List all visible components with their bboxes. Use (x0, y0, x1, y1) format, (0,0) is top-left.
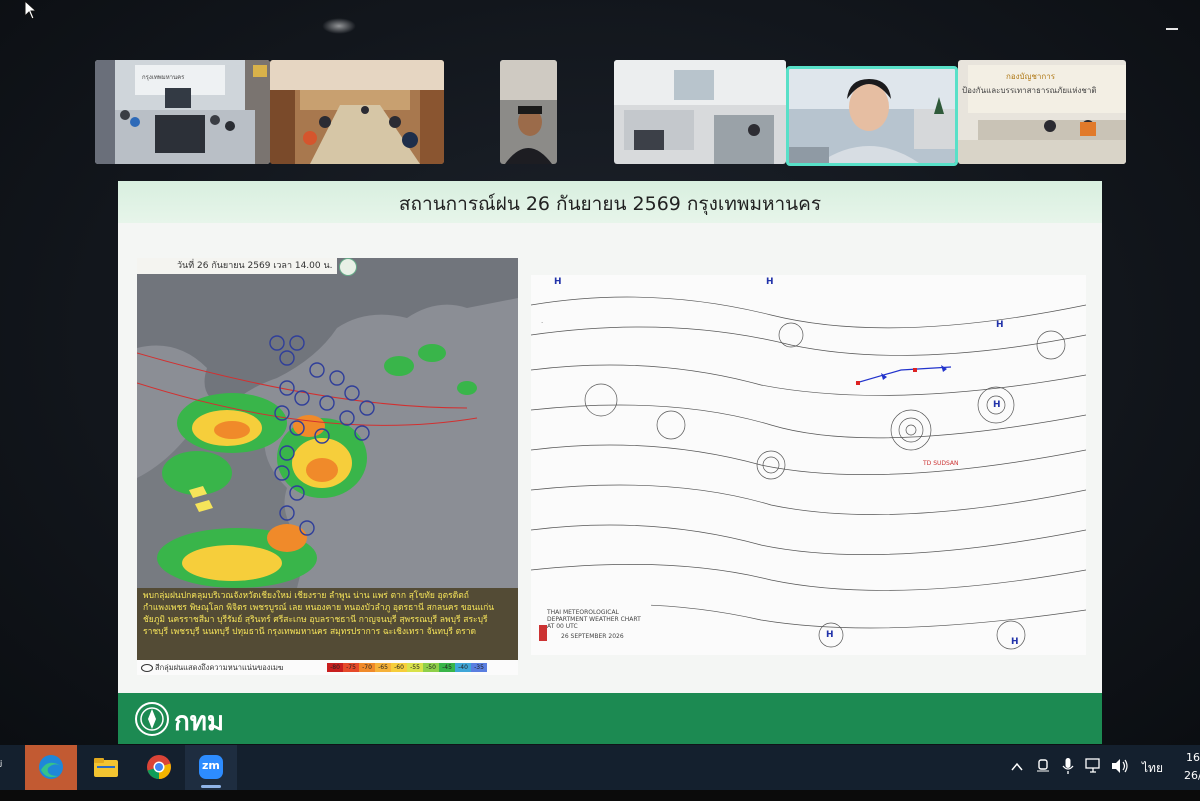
high-pressure-label: H (1011, 637, 1019, 647)
rain-area-note: พบกลุ่มฝนปกคลุมบริเวณจังหวัดเชียงใหม่ เช… (137, 588, 518, 660)
tmd-seal-icon (339, 258, 357, 276)
shared-screen: กองบัญชาการ ป้องกันและบรรเทาสาธารณภัยแห่… (0, 0, 1200, 745)
clock-date: 26/9 (1184, 769, 1200, 782)
taskbar-file-explorer[interactable] (80, 745, 132, 790)
taskbar-edge[interactable] (25, 745, 77, 790)
chart-date: 26 SEPTEMBER 2026 (561, 633, 624, 640)
folder-icon (94, 758, 118, 777)
network-icon[interactable] (1085, 758, 1103, 774)
edge-icon (39, 755, 63, 779)
high-pressure-label: H (993, 400, 1001, 410)
legend-swatch: -65 (375, 663, 391, 672)
participant-tile-command-center[interactable]: กองบัญชาการ ป้องกันและบรรเทาสาธารณภัยแห่… (958, 60, 1126, 164)
satellite-image (137, 258, 518, 588)
legend-swatch: -50 (423, 663, 439, 672)
slide-footer: กทม (118, 693, 1102, 744)
high-pressure-label: H (996, 320, 1004, 330)
clock-time: 16 (1186, 751, 1200, 764)
legend-swatch: -40 (455, 663, 471, 672)
volume-icon[interactable] (1111, 758, 1129, 774)
high-pressure-label: H (554, 277, 562, 287)
cloud-icon (141, 664, 153, 672)
camera-glare (322, 18, 356, 34)
satellite-rain-map: วันที่ 26 กันยายน 2569 เวลา 14.00 น. พบก… (137, 258, 518, 675)
map-date-label: วันที่ 26 กันยายน 2569 เวลา 14.00 น. (137, 258, 337, 274)
chevron-up-icon[interactable] (1011, 762, 1023, 772)
bma-logo-icon (135, 702, 169, 736)
tile-banner-line1: กองบัญชาการ (1006, 72, 1056, 81)
taskbar: ʲ zm ไทย 16 26/9 (0, 745, 1200, 790)
taskbar-chrome[interactable] (133, 745, 185, 790)
weather-synoptic-chart: · H H H H H H THAI METEOROLOGICAL DEPART… (531, 275, 1086, 655)
high-pressure-label: H (826, 630, 834, 640)
high-pressure-label: H (766, 277, 774, 287)
taskbar-overflow-icon[interactable]: ʲ (0, 759, 2, 774)
zoom-icon-label: zm (202, 759, 220, 772)
system-clock[interactable]: 16 26/9 (1184, 749, 1200, 785)
input-language[interactable]: ไทย (1142, 759, 1163, 778)
isobar-lines: · (531, 296, 1086, 655)
slide-title: สถานการณ์ฝน 26 กันยายน 2569 กรุงเทพมหานค… (398, 193, 822, 215)
tile-banner-line2: ป้องกันและบรรเทาสาธารณภัยแห่งชาติ (962, 86, 1097, 95)
participant-tile-active-speaker[interactable] (786, 66, 958, 166)
meet-now-icon[interactable] (1036, 758, 1050, 776)
legend-swatch: -35 (471, 663, 487, 672)
legend-swatch: -60 (391, 663, 407, 672)
legend-color-bar: -80 -75 -70 -65 -60 -55 -50 -45 -40 -35 (327, 663, 487, 672)
legend-swatch: -45 (439, 663, 455, 672)
participant-tile-meeting-table[interactable] (270, 60, 444, 164)
svg-text:·: · (541, 319, 543, 327)
participant-tile-office-room[interactable] (614, 60, 786, 164)
mouse-cursor-icon (24, 0, 38, 20)
legend-swatch: -75 (343, 663, 359, 672)
chrome-icon (147, 755, 171, 779)
storm-label: TD SUDSAN (923, 460, 959, 467)
slide-header: สถานการณ์ฝน 26 กันยายน 2569 กรุงเทพมหานค… (118, 181, 1102, 223)
tile-banner-bma: กรุงเทพมหานคร (142, 74, 185, 81)
participant-tile-man-dark-shirt[interactable] (500, 60, 557, 164)
legend-swatch: -80 (327, 663, 343, 672)
legend-swatch: -70 (359, 663, 375, 672)
microphone-icon[interactable] (1062, 757, 1074, 775)
footer-text: กทม (174, 707, 225, 737)
cloud-legend: สีกลุ่มฝนแสดงถึงความหนาแน่นของเมฆ -80 -75… (137, 660, 518, 675)
legend-caption: สีกลุ่มฝนแสดงถึงความหนาแน่นของเมฆ (155, 663, 284, 672)
monitor-bezel (0, 790, 1200, 801)
legend-swatch: -55 (407, 663, 423, 672)
chart-title: THAI METEOROLOGICAL DEPARTMENT WEATHER C… (547, 609, 641, 630)
minimize-icon[interactable] (1166, 28, 1178, 30)
taskbar-zoom[interactable]: zm (185, 745, 237, 790)
